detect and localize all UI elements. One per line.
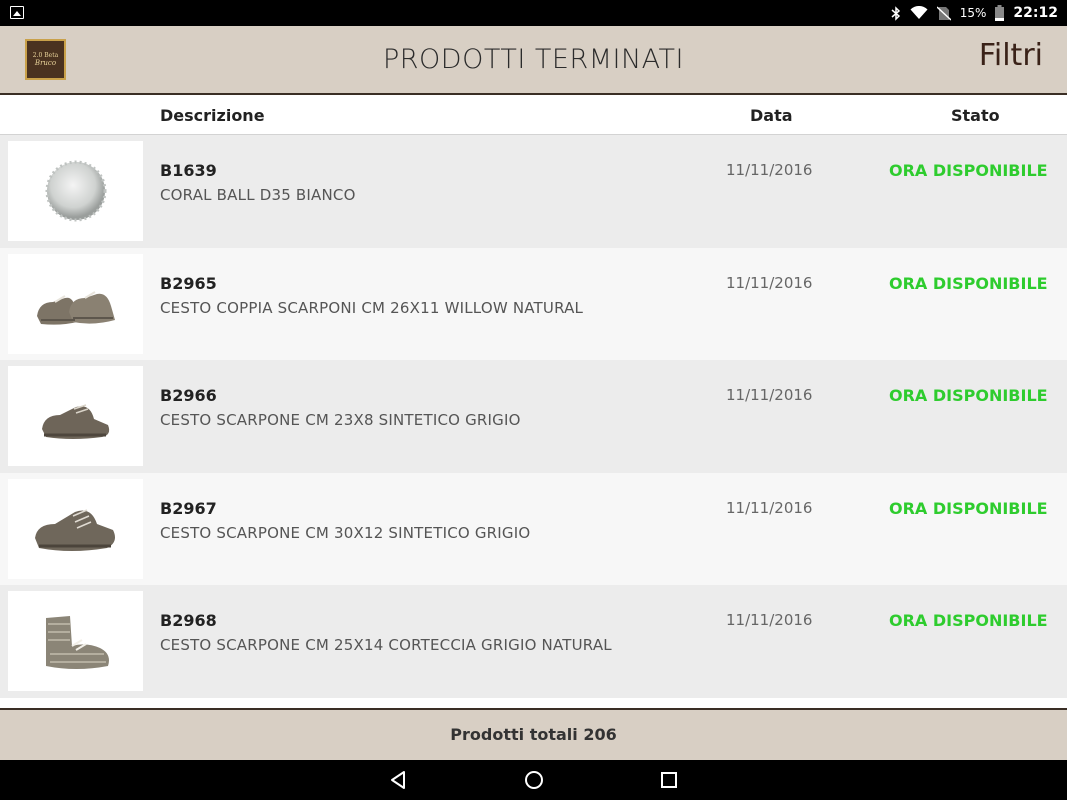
product-code: B2968 [160,611,217,630]
logo-line1: 2.0 Beta [32,51,59,59]
table-row[interactable]: B2968 CESTO SCARPONE CM 25X14 CORTECCIA … [0,585,1067,698]
page-title: PRODOTTI TERMINATI [383,44,684,75]
product-thumbnail [8,141,143,241]
clock: 22:12 [1013,5,1058,21]
navigation-bar [0,760,1067,800]
battery-percent: 15% [959,6,987,20]
total-products: Prodotti totali 206 [450,725,617,744]
battery-icon [995,5,1005,21]
product-description: CESTO COPPIA SCARPONI CM 26X11 WILLOW NA… [160,298,584,317]
back-icon[interactable] [386,768,410,792]
product-description: CESTO SCARPONE CM 30X12 SINTETICO GRIGIO [160,523,531,542]
product-date: 11/11/2016 [726,273,813,292]
product-date: 11/11/2016 [726,498,813,517]
bluetooth-icon [891,5,901,21]
filters-button[interactable]: Filtri [979,38,1043,73]
product-code: B2965 [160,273,217,293]
product-date: 11/11/2016 [726,161,813,179]
status-badge: ORA DISPONIBILE [889,161,1048,180]
product-description: CESTO SCARPONE CM 25X14 CORTECCIA GRIGIO… [160,636,612,654]
logo-line2: Bruco [34,58,57,67]
status-badge: ORA DISPONIBILE [889,273,1048,293]
product-code: B1639 [160,161,217,180]
app-header: 2.0 Beta Bruco PRODOTTI TERMINATI Filtri [0,26,1067,95]
table-row[interactable]: B2967 CESTO SCARPONE CM 30X12 SINTETICO … [0,472,1067,585]
product-description: CORAL BALL D35 BIANCO [160,186,356,204]
wifi-icon [910,6,928,20]
product-thumbnail [8,478,143,579]
footer-bar: Prodotti totali 206 [0,708,1067,760]
status-badge: ORA DISPONIBILE [889,498,1048,518]
product-thumbnail [8,366,143,466]
status-badge: ORA DISPONIBILE [889,611,1048,630]
table-row[interactable]: B1639 CORAL BALL D35 BIANCO 11/11/2016 O… [0,135,1067,248]
table-row[interactable]: B2966 CESTO SCARPONE CM 23X8 SINTETICO G… [0,360,1067,473]
product-date: 11/11/2016 [726,611,813,629]
app-logo: 2.0 Beta Bruco [25,39,66,80]
recents-icon[interactable] [657,768,681,792]
product-code: B2966 [160,386,217,405]
product-date: 11/11/2016 [726,386,813,404]
status-icons: 15% 22:12 [891,0,1058,26]
column-status[interactable]: Stato [951,106,1000,125]
table-header: Descrizione Data Stato [0,95,1067,135]
product-thumbnail [8,591,143,691]
status-badge: ORA DISPONIBILE [889,386,1048,405]
no-sim-icon [936,5,951,21]
column-date[interactable]: Data [750,106,793,125]
column-description[interactable]: Descrizione [160,106,265,125]
product-thumbnail [8,253,143,354]
image-icon [10,6,24,19]
product-list[interactable]: B1639 CORAL BALL D35 BIANCO 11/11/2016 O… [0,135,1067,708]
product-code: B2967 [160,498,217,518]
table-row[interactable]: B2965 CESTO COPPIA SCARPONI CM 26X11 WIL… [0,247,1067,360]
product-description: CESTO SCARPONE CM 23X8 SINTETICO GRIGIO [160,411,521,429]
status-bar: 15% 22:12 [0,0,1067,26]
home-icon[interactable] [522,768,546,792]
